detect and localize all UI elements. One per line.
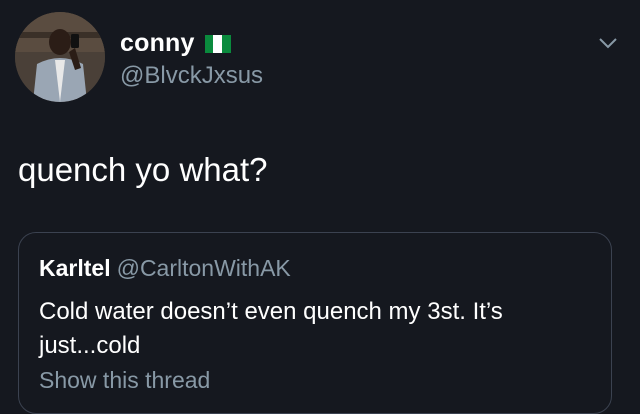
quoted-author-handle: @CarltonWithAK (116, 255, 291, 281)
nigeria-flag-icon (204, 35, 231, 53)
show-thread-link[interactable]: Show this thread (39, 367, 210, 394)
tweet-header: conny @BlvckJxsus (120, 28, 263, 90)
author-handle[interactable]: @BlvckJxsus (120, 62, 263, 90)
tweet-text: quench yo what? (18, 151, 268, 188)
avatar[interactable] (15, 12, 105, 102)
quoted-tweet[interactable]: Karltel @CarltonWithAK Cold water doesn’t… (18, 232, 612, 414)
quoted-tweet-text: Cold water doesn’t even quench my 3st. I… (39, 298, 503, 359)
tweet-card[interactable]: conny @BlvckJxsus quench yo what? Karlte… (0, 0, 640, 414)
quoted-author-display-name: Karltel (39, 255, 111, 281)
author-display-name[interactable]: conny (120, 29, 195, 58)
chevron-down-icon[interactable] (598, 36, 618, 50)
quoted-tweet-header: Karltel @CarltonWithAK (39, 255, 291, 282)
